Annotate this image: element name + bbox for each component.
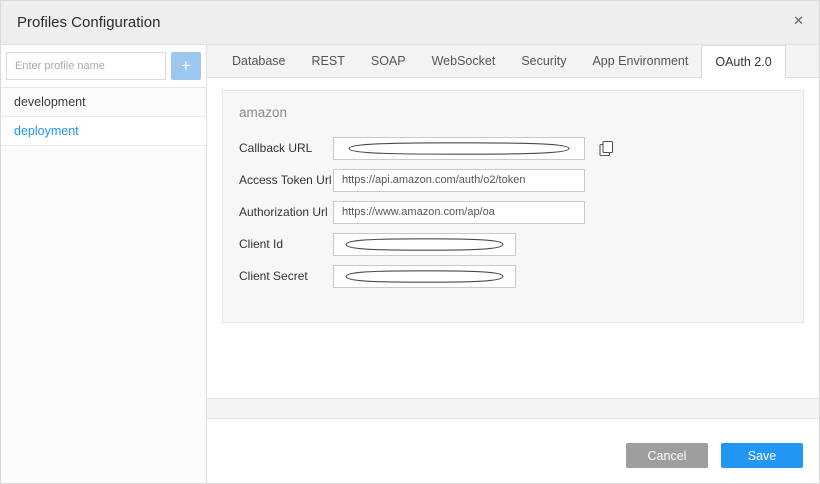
tab-rest[interactable]: REST [299, 45, 358, 77]
form-row-authorization-url: Authorization Url [239, 200, 787, 224]
dialog-header: Profiles Configuration ✕ [1, 1, 819, 45]
profile-item-deployment[interactable]: deployment [1, 117, 206, 146]
dialog-title: Profiles Configuration [17, 14, 160, 31]
redacted-scribble [339, 141, 579, 156]
client-secret-input[interactable] [333, 265, 516, 288]
tab-bar: Database REST SOAP WebSocket Security Ap… [207, 45, 819, 78]
client-id-input[interactable] [333, 233, 516, 256]
profiles-configuration-dialog: Profiles Configuration ✕ + development d… [0, 0, 820, 484]
tab-oauth-2-0[interactable]: OAuth 2.0 [701, 45, 785, 78]
profile-add-row: + [1, 45, 206, 88]
callback-url-input[interactable] [333, 137, 585, 160]
main-content: Database REST SOAP WebSocket Security Ap… [207, 45, 819, 483]
oauth-panel: amazon Callback URL Access T [222, 90, 804, 323]
authorization-url-input[interactable] [333, 201, 585, 224]
cancel-button[interactable]: Cancel [626, 443, 708, 468]
field-label: Authorization Url [239, 205, 333, 219]
tab-app-environment[interactable]: App Environment [579, 45, 701, 77]
tab-soap[interactable]: SOAP [358, 45, 419, 77]
provider-name: amazon [239, 105, 787, 120]
redacted-scribble [339, 237, 510, 252]
form-row-client-secret: Client Secret [239, 264, 787, 288]
save-button[interactable]: Save [721, 443, 803, 468]
form-row-access-token-url: Access Token Url [239, 168, 787, 192]
profile-name-input[interactable] [6, 52, 166, 80]
field-label: Callback URL [239, 141, 333, 155]
redacted-scribble [339, 269, 510, 284]
tab-security[interactable]: Security [508, 45, 579, 77]
profiles-sidebar: + development deployment [1, 45, 207, 483]
tab-database[interactable]: Database [219, 45, 299, 77]
form-row-client-id: Client Id [239, 232, 787, 256]
field-label: Access Token Url [239, 173, 333, 187]
field-label: Client Secret [239, 269, 333, 283]
form-row-callback-url: Callback URL [239, 136, 787, 160]
close-icon[interactable]: ✕ [793, 14, 804, 27]
access-token-url-input[interactable] [333, 169, 585, 192]
field-label: Client Id [239, 237, 333, 251]
tab-websocket[interactable]: WebSocket [419, 45, 509, 77]
add-profile-button[interactable]: + [171, 52, 201, 80]
copy-icon[interactable] [598, 140, 614, 157]
action-buttons: Cancel Save [626, 443, 803, 468]
footer-strip [207, 398, 819, 419]
profile-item-development[interactable]: development [1, 88, 206, 117]
